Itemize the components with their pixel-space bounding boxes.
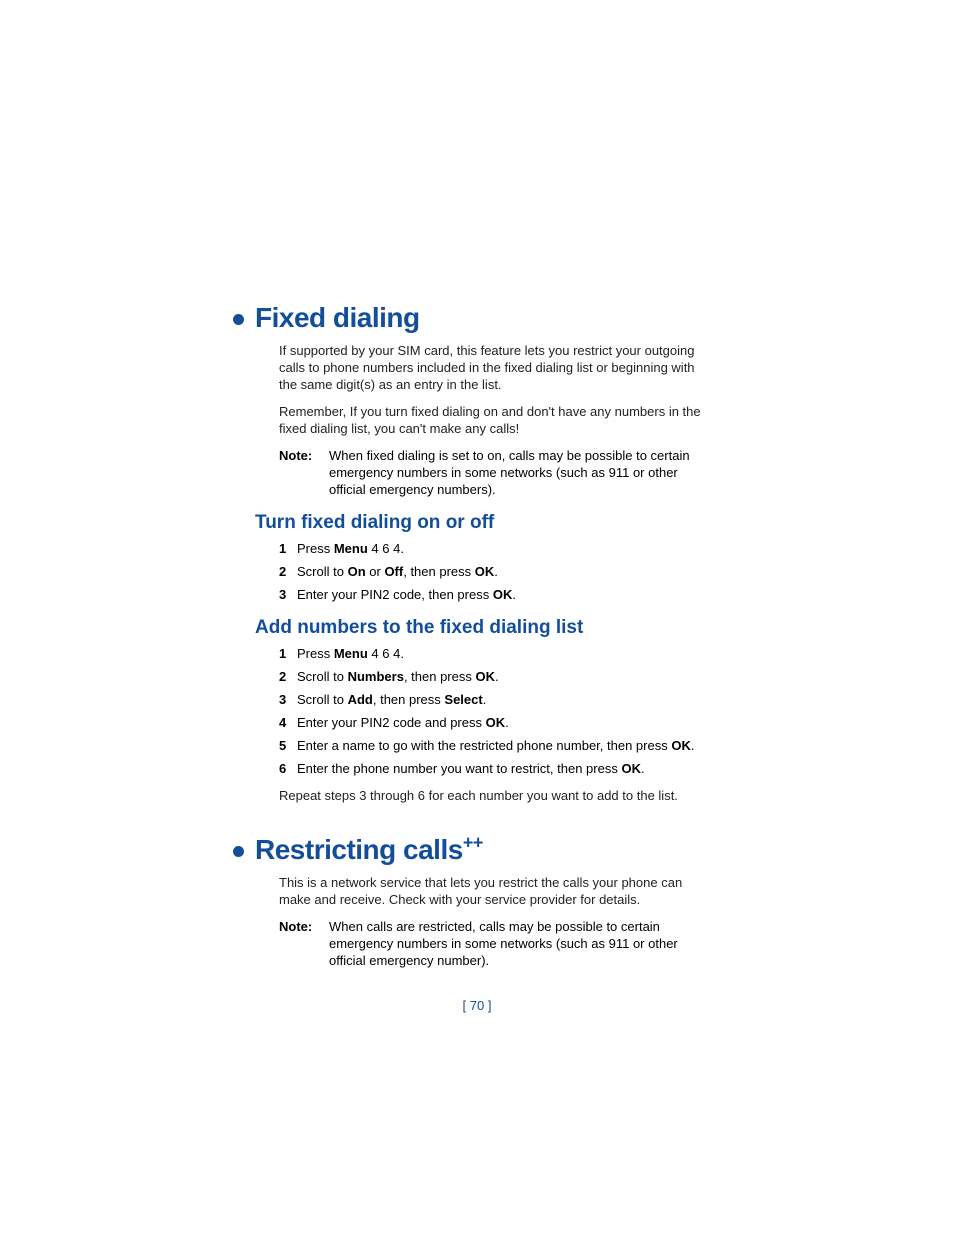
list-item: 3 Scroll to Add, then press Select. bbox=[279, 691, 714, 708]
note-text: When calls are restricted, calls may be … bbox=[329, 918, 714, 969]
paragraph: This is a network service that lets you … bbox=[279, 874, 714, 908]
step-text: Scroll to Add, then press Select. bbox=[297, 691, 714, 708]
list-item: 1 Press Menu 4 6 4. bbox=[279, 540, 714, 557]
step-text: Enter your PIN2 code, then press OK. bbox=[297, 586, 714, 603]
sub-heading-turn-on-off: Turn fixed dialing on or off bbox=[255, 512, 714, 534]
step-text: Press Menu 4 6 4. bbox=[297, 540, 714, 557]
step-number: 2 bbox=[279, 563, 297, 580]
step-number: 3 bbox=[279, 691, 297, 708]
step-number: 5 bbox=[279, 737, 297, 754]
list-item: 6 Enter the phone number you want to res… bbox=[279, 760, 714, 777]
paragraph: If supported by your SIM card, this feat… bbox=[279, 342, 714, 393]
heading-superscript: ++ bbox=[463, 833, 483, 853]
step-number: 4 bbox=[279, 714, 297, 731]
note-text: When fixed dialing is set to on, calls m… bbox=[329, 447, 714, 498]
step-text: Enter a name to go with the restricted p… bbox=[297, 737, 714, 754]
ordered-list: 1 Press Menu 4 6 4. 2 Scroll to On or Of… bbox=[279, 540, 714, 603]
list-item: 2 Scroll to Numbers, then press OK. bbox=[279, 668, 714, 685]
note-block: Note: When fixed dialing is set to on, c… bbox=[279, 447, 714, 498]
paragraph: Remember, If you turn fixed dialing on a… bbox=[279, 403, 714, 437]
step-number: 1 bbox=[279, 540, 297, 557]
list-item: 3 Enter your PIN2 code, then press OK. bbox=[279, 586, 714, 603]
note-label: Note: bbox=[279, 447, 329, 498]
step-text: Scroll to On or Off, then press OK. bbox=[297, 563, 714, 580]
list-item: 4 Enter your PIN2 code and press OK. bbox=[279, 714, 714, 731]
heading-text: Fixed dialing bbox=[255, 302, 420, 333]
step-number: 3 bbox=[279, 586, 297, 603]
bullet-icon bbox=[233, 846, 244, 857]
step-number: 2 bbox=[279, 668, 297, 685]
section-heading-fixed-dialing: Fixed dialing bbox=[255, 302, 714, 334]
step-number: 6 bbox=[279, 760, 297, 777]
list-item: 2 Scroll to On or Off, then press OK. bbox=[279, 563, 714, 580]
sub-heading-add-numbers: Add numbers to the fixed dialing list bbox=[255, 617, 714, 639]
step-number: 1 bbox=[279, 645, 297, 662]
list-item: 5 Enter a name to go with the restricted… bbox=[279, 737, 714, 754]
note-label: Note: bbox=[279, 918, 329, 969]
bullet-icon bbox=[233, 314, 244, 325]
step-text: Enter the phone number you want to restr… bbox=[297, 760, 714, 777]
step-text: Press Menu 4 6 4. bbox=[297, 645, 714, 662]
list-item: 1 Press Menu 4 6 4. bbox=[279, 645, 714, 662]
ordered-list: 1 Press Menu 4 6 4. 2 Scroll to Numbers,… bbox=[279, 645, 714, 777]
paragraph: Repeat steps 3 through 6 for each number… bbox=[279, 787, 714, 804]
step-text: Enter your PIN2 code and press OK. bbox=[297, 714, 714, 731]
page-number: [ 70 ] bbox=[0, 998, 954, 1013]
section-heading-restricting-calls: Restricting calls++ bbox=[255, 834, 714, 866]
note-block: Note: When calls are restricted, calls m… bbox=[279, 918, 714, 969]
heading-text: Restricting calls bbox=[255, 834, 463, 865]
step-text: Scroll to Numbers, then press OK. bbox=[297, 668, 714, 685]
document-page: Fixed dialing If supported by your SIM c… bbox=[0, 0, 954, 1235]
